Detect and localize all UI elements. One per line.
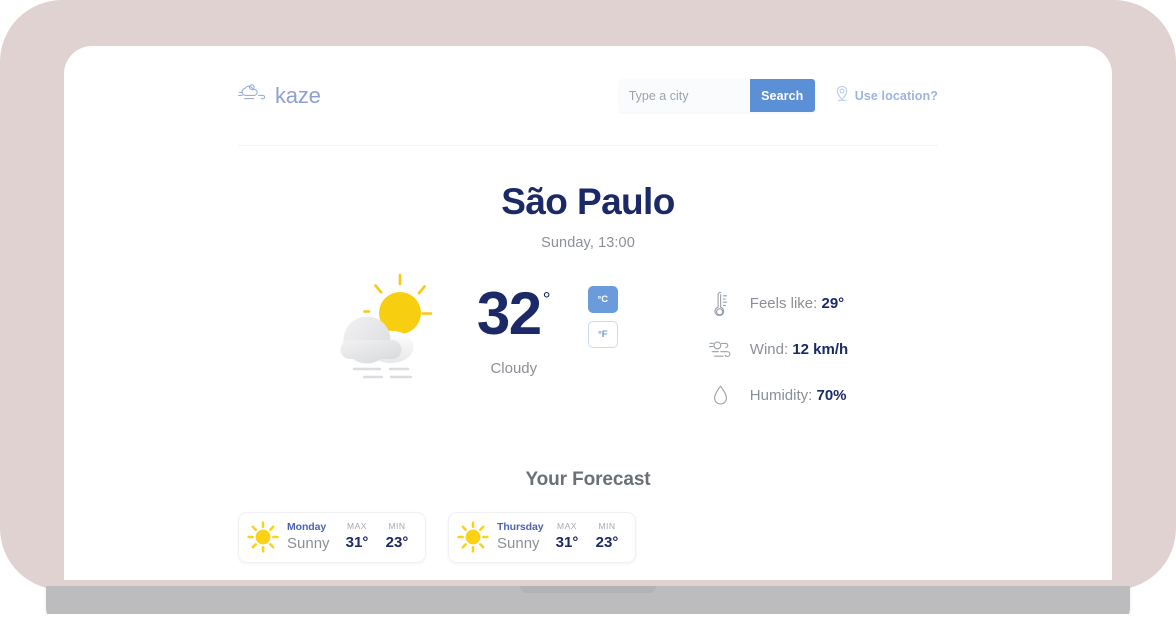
unit-celsius-button[interactable]: °C <box>587 285 618 313</box>
search-button[interactable]: Search <box>749 79 815 112</box>
stat-wind-text: Wind: 12 km/h <box>750 341 848 358</box>
location-pin-icon <box>835 85 849 107</box>
temperature-block: 32 ° Cloudy <box>454 267 574 377</box>
stat-humidity-text: Humidity: 70% <box>750 387 847 404</box>
brand-name: kaze <box>275 82 321 108</box>
temperature-value: 32 <box>476 279 542 347</box>
use-location-label: Use location? <box>854 88 938 103</box>
forecast-day: Monday <box>287 521 327 534</box>
temperature-row: 32 ° <box>454 279 574 347</box>
forecast-day: Thursday <box>497 521 544 534</box>
app-header: kaze Search <box>238 46 938 146</box>
current-primary: 32 ° Cloudy °C °F <box>328 267 618 389</box>
laptop-notch <box>520 586 656 593</box>
unit-fahrenheit-button[interactable]: °F <box>587 320 618 348</box>
current-conditions: 32 ° Cloudy °C °F Feels like: 29° Wind: … <box>64 267 1112 411</box>
device-mockup: kaze Search <box>0 0 1176 638</box>
forecast-min-value: 23° <box>385 534 409 552</box>
condition-text: Cloudy <box>490 359 538 377</box>
stat-feels-like: Feels like: 29° <box>708 289 848 319</box>
forecast-min: MIN 23° <box>590 521 624 553</box>
stat-feels-like-text: Feels like: 29° <box>750 295 844 312</box>
wind-icon <box>708 335 734 365</box>
forecast-max-label: MAX <box>557 521 577 532</box>
forecast-max-label: MAX <box>347 521 367 532</box>
forecast-card-labels: Monday Sunny <box>287 521 334 553</box>
forecast-min: MIN 23° <box>380 521 414 553</box>
forecast-max: MAX 31° <box>550 521 584 553</box>
current-city-block: São Paulo Sunday, 13:00 <box>64 146 1112 251</box>
degree-symbol: ° <box>542 288 551 311</box>
forecast-list: Monday Sunny MAX 31° MIN 23° Thursday Su… <box>238 511 938 563</box>
sun-icon <box>455 519 491 555</box>
forecast-min-label: MIN <box>388 521 406 532</box>
sun-icon <box>245 519 281 555</box>
brand-logo[interactable]: kaze <box>238 81 321 111</box>
stat-wind-value: 12 km/h <box>792 341 849 359</box>
forecast-max-value: 31° <box>345 534 369 552</box>
water-drop-icon <box>708 381 734 411</box>
forecast-max: MAX 31° <box>340 521 374 553</box>
forecast-min-label: MIN <box>598 521 616 532</box>
weather-stats: Feels like: 29° Wind: 12 km/h Humidity: … <box>708 267 848 411</box>
forecast-card[interactable]: Thursday Sunny MAX 31° MIN 23° <box>448 511 636 563</box>
sun-behind-cloud-haze-icon <box>328 269 448 389</box>
use-location-link[interactable]: Use location? <box>835 85 938 107</box>
search-zone: Search Use location? <box>618 79 938 112</box>
forecast-condition: Sunny <box>287 535 330 553</box>
laptop-base-lip <box>0 614 1176 638</box>
forecast-heading: Your Forecast <box>525 468 651 490</box>
stat-wind-label: Wind: <box>749 341 789 359</box>
stat-humidity-label: Humidity: <box>749 387 813 405</box>
forecast-card[interactable]: Monday Sunny MAX 31° MIN 23° <box>238 511 426 563</box>
local-time: Sunday, 13:00 <box>541 234 635 251</box>
stat-humidity: Humidity: 70% <box>708 381 848 411</box>
forecast-max-value: 31° <box>555 534 579 552</box>
unit-toggle-group: °C °F <box>587 267 618 348</box>
city-name: São Paulo <box>501 181 675 222</box>
forecast-min-value: 23° <box>595 534 619 552</box>
stat-wind: Wind: 12 km/h <box>708 335 848 365</box>
weather-app-page: kaze Search <box>64 46 1112 563</box>
search-input[interactable] <box>618 79 750 112</box>
search-bar: Search <box>618 79 815 112</box>
stat-humidity-value: 70% <box>816 387 847 405</box>
forecast-condition: Sunny <box>497 535 540 553</box>
cloud-wind-icon <box>238 82 268 109</box>
browser-screen: kaze Search <box>64 46 1112 580</box>
forecast-card-labels: Thursday Sunny <box>497 521 544 553</box>
stat-feels-like-label: Feels like: <box>749 295 818 313</box>
stat-feels-like-value: 29° <box>821 295 845 313</box>
thermometer-icon <box>708 289 734 319</box>
